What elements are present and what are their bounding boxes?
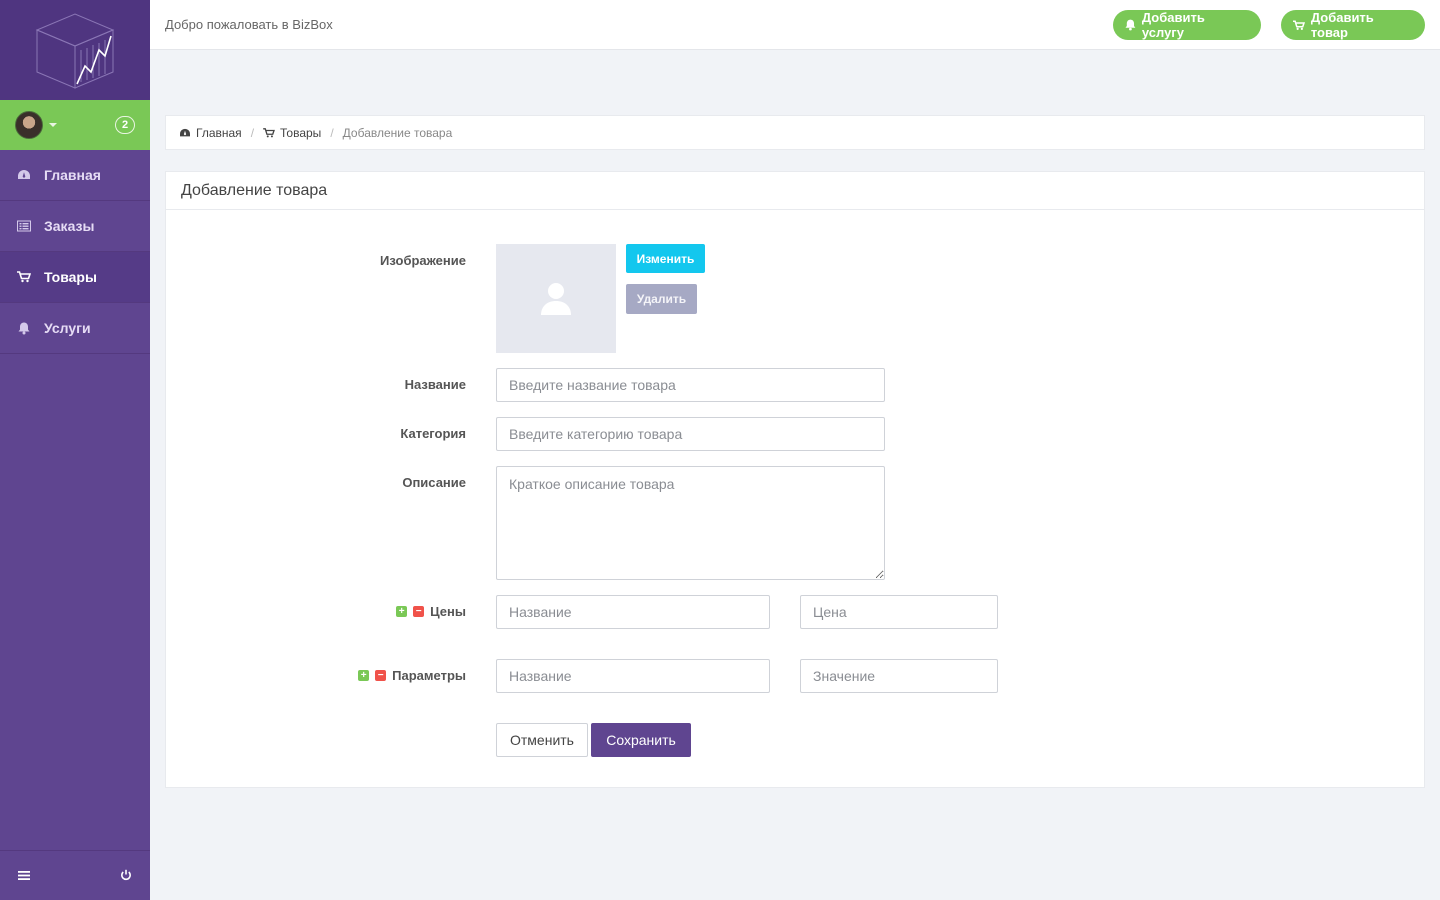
panel-title: Добавление товара bbox=[166, 172, 1424, 210]
sidebar-item-orders[interactable]: Заказы bbox=[0, 201, 150, 252]
breadcrumb-separator: / bbox=[250, 125, 255, 140]
cart-icon bbox=[17, 270, 31, 284]
category-label: Категория bbox=[400, 426, 466, 441]
breadcrumb-products-label: Товары bbox=[280, 125, 322, 140]
breadcrumb-separator: / bbox=[330, 125, 334, 140]
cancel-button[interactable]: Отменить bbox=[496, 723, 588, 757]
chevron-down-icon[interactable] bbox=[49, 123, 57, 127]
welcome-text: Добро пожаловать в BizBox bbox=[165, 17, 333, 32]
sidebar: 2 Главная Заказы Товары Услуги bbox=[0, 0, 150, 900]
product-category-input[interactable] bbox=[496, 417, 885, 451]
product-description-textarea[interactable] bbox=[496, 466, 885, 580]
prices-label-group: + − Цены bbox=[396, 604, 466, 619]
change-image-button[interactable]: Изменить bbox=[626, 244, 705, 273]
cart-icon bbox=[263, 127, 275, 137]
user-bar[interactable]: 2 bbox=[0, 100, 150, 150]
dashboard-icon bbox=[180, 128, 190, 136]
name-label: Название bbox=[404, 377, 466, 392]
breadcrumb: Главная / Товары / Добавление товара bbox=[165, 115, 1425, 150]
add-service-button[interactable]: Добавить услугу bbox=[1113, 10, 1261, 40]
remove-price-icon[interactable]: − bbox=[413, 606, 425, 617]
add-param-icon[interactable]: + bbox=[358, 670, 370, 681]
params-label-group: + − Параметры bbox=[358, 668, 466, 683]
sidebar-footer bbox=[0, 850, 150, 900]
breadcrumb-home-label: Главная bbox=[196, 125, 242, 140]
sidebar-item-services[interactable]: Услуги bbox=[0, 303, 150, 354]
product-name-input[interactable] bbox=[496, 368, 885, 402]
bell-icon bbox=[17, 321, 31, 335]
sidebar-item-label: Товары bbox=[44, 269, 97, 285]
add-product-panel: Добавление товара Изображение Изменить У… bbox=[165, 171, 1425, 788]
param-value-input[interactable] bbox=[800, 659, 998, 693]
prices-label: Цены bbox=[430, 604, 466, 619]
breadcrumb-current: Добавление товара bbox=[342, 125, 453, 140]
params-label: Параметры bbox=[392, 668, 466, 683]
bizbox-cube-logo-icon bbox=[35, 13, 115, 89]
sidebar-item-label: Главная bbox=[44, 167, 101, 183]
add-service-label: Добавить услугу bbox=[1141, 10, 1205, 40]
param-name-input[interactable] bbox=[496, 659, 770, 693]
description-label: Описание bbox=[402, 475, 466, 490]
top-bar: Добро пожаловать в BizBox Добавить услуг… bbox=[150, 0, 1440, 50]
breadcrumb-products[interactable]: Товары bbox=[263, 126, 321, 140]
image-label: Изображение bbox=[380, 253, 466, 268]
avatar[interactable] bbox=[15, 111, 43, 139]
sidebar-item-label: Услуги bbox=[44, 320, 91, 336]
sidebar-item-home[interactable]: Главная bbox=[0, 150, 150, 201]
delete-image-button[interactable]: Удалить bbox=[626, 284, 697, 314]
notification-badge[interactable]: 2 bbox=[115, 116, 135, 134]
sidebar-item-products[interactable]: Товары bbox=[0, 252, 150, 303]
product-image-placeholder[interactable] bbox=[496, 244, 616, 353]
menu-icon[interactable] bbox=[18, 868, 30, 884]
add-product-button[interactable]: Добавить товар bbox=[1281, 10, 1425, 40]
add-product-label: Добавить товар bbox=[1310, 10, 1374, 40]
bell-icon bbox=[1125, 19, 1136, 31]
logo[interactable] bbox=[0, 0, 150, 100]
dashboard-icon bbox=[17, 168, 31, 182]
user-placeholder-icon bbox=[541, 282, 571, 315]
breadcrumb-home[interactable]: Главная bbox=[179, 126, 242, 140]
remove-param-icon[interactable]: − bbox=[375, 670, 387, 681]
add-price-icon[interactable]: + bbox=[396, 606, 408, 617]
price-name-input[interactable] bbox=[496, 595, 770, 629]
list-icon bbox=[17, 219, 31, 233]
save-button[interactable]: Сохранить bbox=[591, 723, 691, 757]
cart-icon bbox=[1293, 20, 1305, 30]
price-value-input[interactable] bbox=[800, 595, 998, 629]
power-icon[interactable] bbox=[120, 868, 132, 884]
sidebar-item-label: Заказы bbox=[44, 218, 95, 234]
